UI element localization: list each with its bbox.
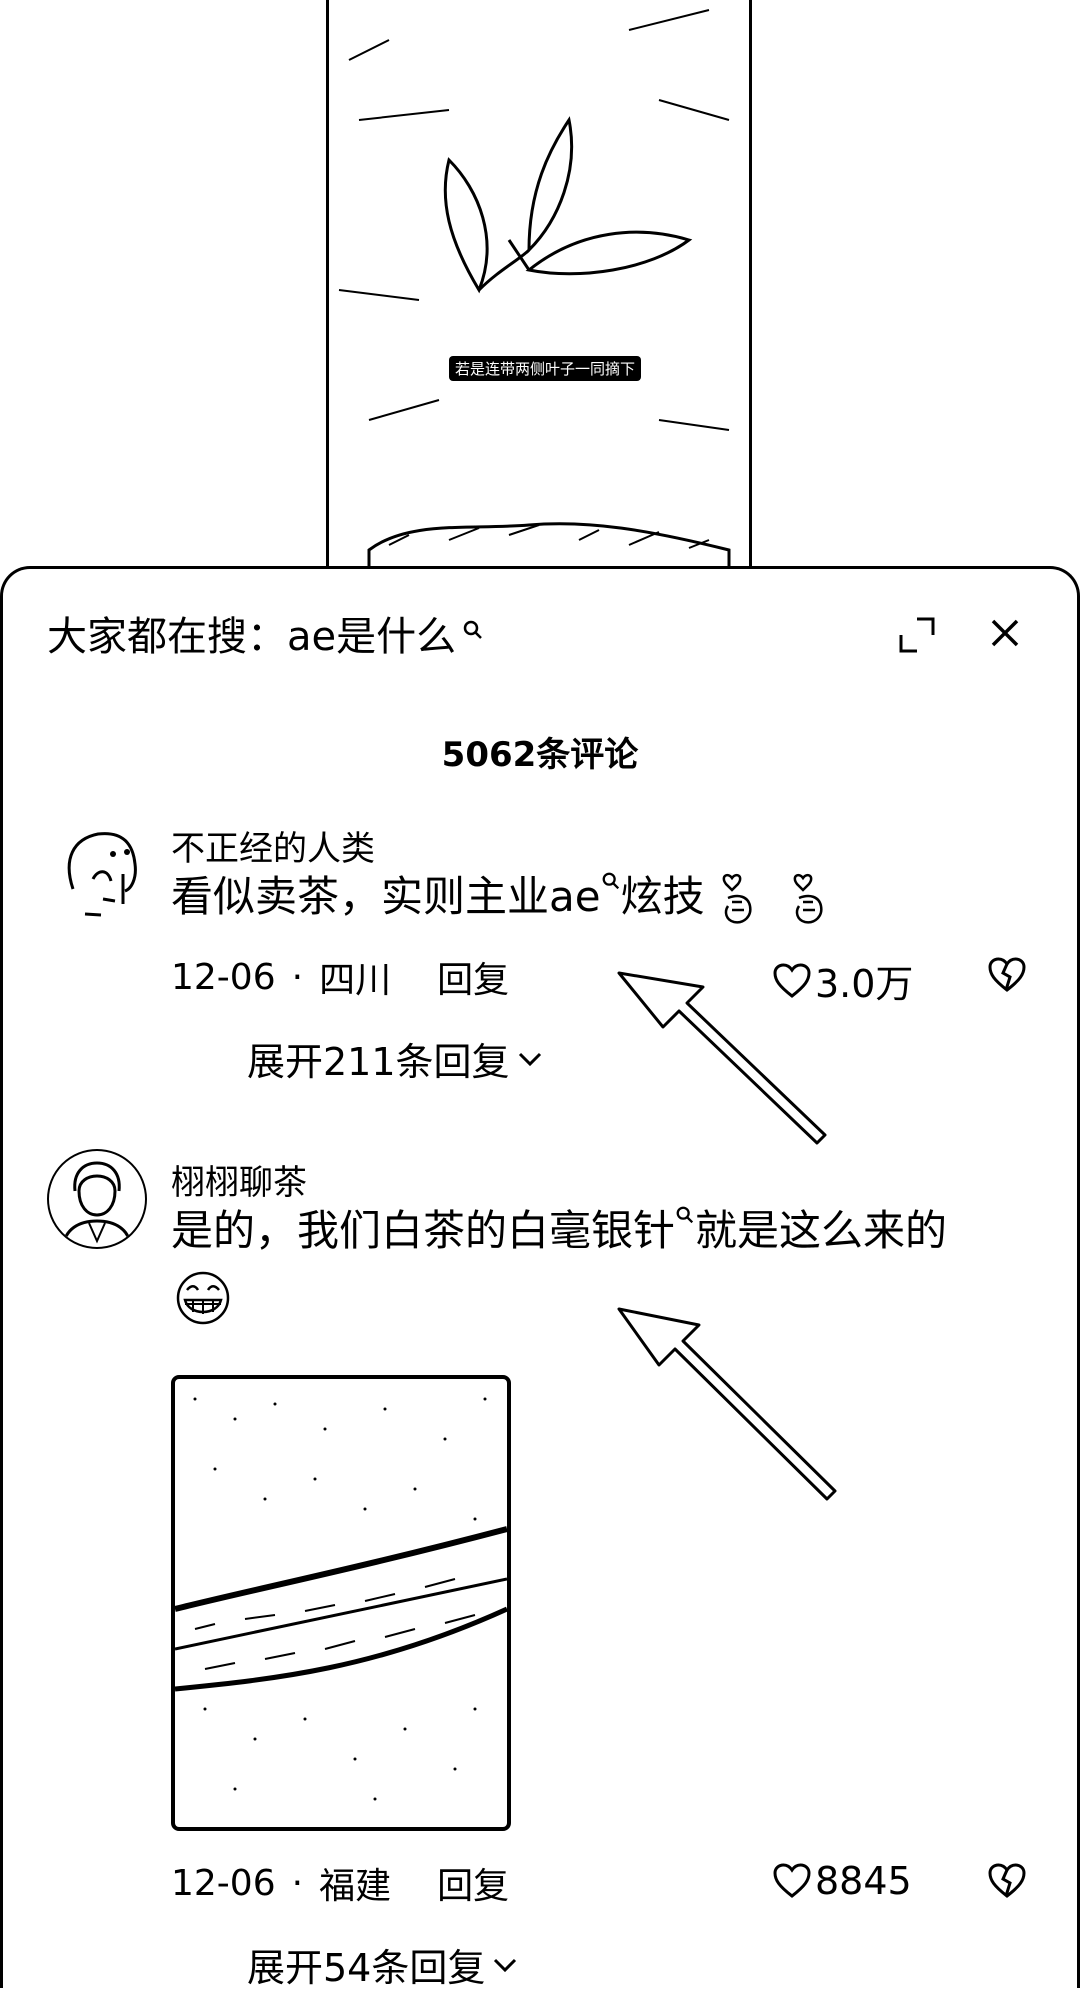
tea-closeup-drawing [175,1397,507,1801]
search-suggestion-text: 大家都在搜：ae是什么 [47,614,457,660]
comment-text-part: 炫技 [620,872,705,921]
close-icon[interactable] [983,611,1027,655]
expand-replies-label: 展开211条回复 [247,1040,510,1084]
broken-heart-icon[interactable] [987,1861,1027,1901]
like-count: 8845 [815,1859,912,1903]
separator-dot: · [291,1862,304,1904]
comment-text-part: 就是这么来的 [695,1206,948,1255]
search-icon[interactable] [675,1205,695,1225]
expand-replies-label: 展开54条回复 [247,1946,486,1990]
reply-button[interactable]: 回复 [437,951,509,1003]
search-suggestion[interactable]: 大家都在搜：ae是什么 [47,609,484,665]
finger-heart-emoji [722,873,752,924]
grinning-face-emoji [176,1271,230,1324]
comment-text-part: 是的，我们白茶的白毫银针 [171,1206,676,1255]
reply-button[interactable]: 回复 [437,1857,509,1909]
comment-date: 12-06 [171,1862,276,1904]
chevron-down-icon [494,1958,517,1972]
comment-location: 福建 [319,1866,392,1907]
comment-text: 看似卖茶，实则主业ae 炫技 [171,865,833,929]
video-caption: 若是连带两侧叶子一同摘下 [449,356,642,381]
tea-leaf-drawing [338,9,731,570]
annotation-arrow [617,971,827,1145]
comment-date: 12-06 [171,956,276,998]
video-player[interactable]: 若是连带两侧叶子一同摘下 [326,0,752,570]
broken-heart-icon[interactable] [987,955,1027,995]
comment-username[interactable]: 栩栩聊茶 [171,1155,307,1204]
comment-count: 5062条评论 [441,735,639,775]
comment-meta: 12-06 · 福建 回复 [171,1857,509,1909]
expand-replies-button[interactable]: 展开211条回复 [247,1031,544,1086]
expand-replies-button[interactable]: 展开54条回复 [247,1937,519,1992]
avatar[interactable] [53,819,153,919]
comment-text-part: 看似卖茶，实则主业ae [171,872,601,921]
comment-meta: 12-06 · 四川 回复 [171,951,509,1003]
comment-image[interactable] [171,1375,511,1831]
annotation-arrow [617,1307,837,1501]
like-button[interactable]: 8845 [773,1859,912,1903]
chevron-down-icon [518,1052,541,1066]
separator-dot: · [291,956,304,998]
heart-outline-icon [773,1863,811,1898]
search-icon[interactable] [601,871,621,891]
finger-heart-emoji [793,873,823,924]
avatar-drawing [61,1161,133,1247]
avatar[interactable] [47,1149,147,1249]
comment-location: 四川 [319,960,392,1001]
comment-username[interactable]: 不正经的人类 [171,821,375,870]
expand-icon[interactable] [895,613,939,657]
avatar-drawing [67,832,137,917]
comments-sheet: 大家都在搜：ae是什么 5062条评论 不正经的人类 看似卖茶，实则主业ae 炫技… [0,566,1080,1990]
search-icon [463,620,483,639]
